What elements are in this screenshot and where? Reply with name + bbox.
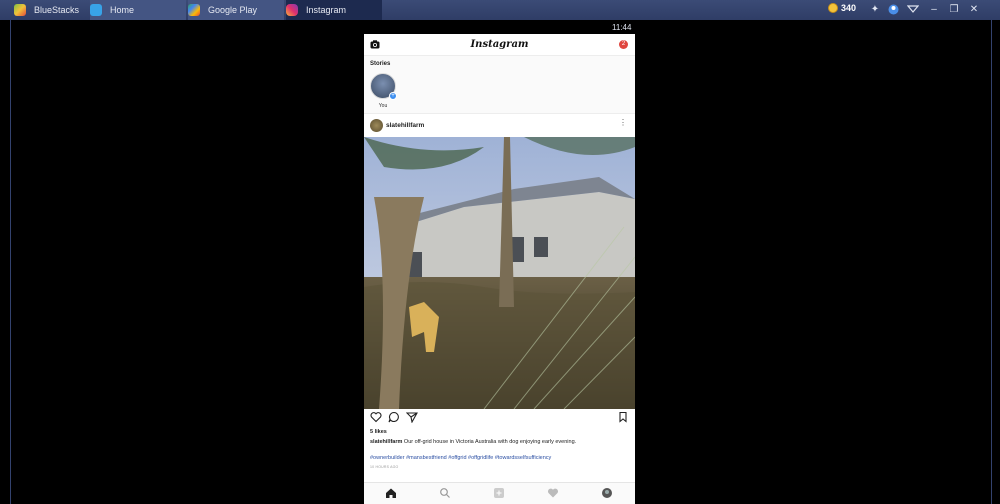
tab-bluestacks[interactable]: BlueStacks <box>14 0 90 20</box>
coin-icon <box>828 3 838 13</box>
post-header: slatehillfarm ⋮ <box>364 115 635 137</box>
avatar[interactable] <box>370 119 383 132</box>
likes-count[interactable]: 5 likes <box>370 429 387 435</box>
home-icon <box>90 4 102 16</box>
search-icon[interactable] <box>439 487 451 499</box>
post-photo[interactable] <box>364 137 635 409</box>
caption-username[interactable]: slatehillfarm <box>370 439 402 445</box>
activity-heart-icon[interactable] <box>547 487 559 499</box>
post-actions <box>364 411 635 425</box>
story-label: You <box>378 103 388 109</box>
google-play-icon <box>188 4 200 16</box>
tab-label: BlueStacks <box>34 5 80 15</box>
instagram-logo: Instagram <box>470 39 529 50</box>
tab-label: Instagram <box>306 5 347 15</box>
add-story-icon[interactable]: + <box>389 92 397 100</box>
profile-icon[interactable] <box>601 487 613 499</box>
post-timestamp: 10 HOURS AGO <box>370 465 399 469</box>
tab-label: Home <box>110 5 135 15</box>
pin-icon[interactable]: ✦ <box>869 4 881 16</box>
notification-badge[interactable]: 2 <box>619 40 628 49</box>
bottom-navigation <box>364 482 635 504</box>
app-header: Instagram 2 <box>364 34 635 56</box>
post-caption: slatehillfarm Our off-grid house in Vict… <box>370 439 632 445</box>
restore-icon[interactable]: ❐ <box>948 4 960 16</box>
bookmark-icon[interactable] <box>617 411 629 423</box>
add-post-icon[interactable] <box>493 487 505 499</box>
bluestacks-logo-icon <box>14 4 26 16</box>
stories-bar: Stories + You <box>364 56 635 114</box>
caption-text: Our off-grid house in Victoria Australia… <box>402 439 577 445</box>
tab-instagram[interactable]: Instagram <box>286 0 382 20</box>
account-icon[interactable] <box>887 4 899 16</box>
heart-icon[interactable] <box>370 411 382 423</box>
network-icon[interactable] <box>906 4 920 16</box>
stories-title: Stories <box>370 61 391 67</box>
minimize-icon[interactable]: – <box>928 4 940 16</box>
tab-google-play[interactable]: Google Play <box>188 0 284 20</box>
close-icon[interactable]: ✕ <box>968 4 980 16</box>
status-time: 11:44 <box>612 23 632 32</box>
more-options-icon[interactable]: ⋮ <box>619 119 627 127</box>
coins-count: 340 <box>841 3 857 13</box>
window-titlebar: BlueStacks Home Google Play Instagram 34… <box>0 0 1000 20</box>
tab-home[interactable]: Home <box>90 0 186 20</box>
post-username[interactable]: slatehillfarm <box>386 122 424 129</box>
share-icon[interactable] <box>406 411 418 423</box>
coins-balance[interactable]: 340 <box>828 3 856 13</box>
instagram-icon <box>286 4 298 16</box>
tab-label: Google Play <box>208 5 258 15</box>
post-hashtags[interactable]: #ownerbuilder #mansbestfriend #offgrid #… <box>370 455 632 461</box>
instagram-app: Instagram 2 Stories + You slatehillfarm … <box>364 34 635 504</box>
home-icon[interactable] <box>385 487 397 499</box>
comment-icon[interactable] <box>388 411 400 423</box>
